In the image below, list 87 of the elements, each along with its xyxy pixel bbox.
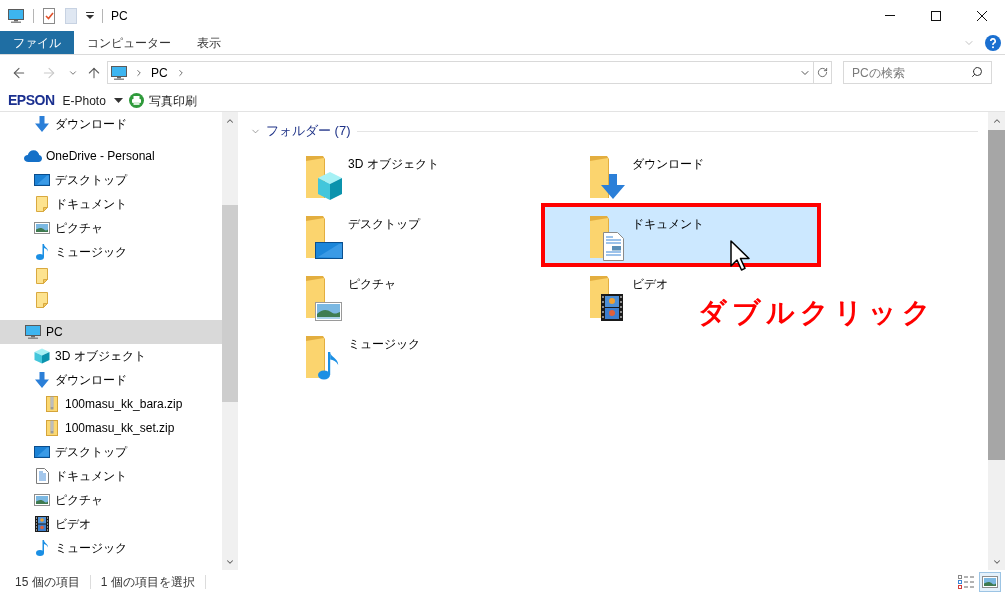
folder-icon: [36, 196, 48, 212]
folder-icon: [36, 292, 48, 308]
nav-item[interactable]: PC: [0, 320, 222, 344]
scrollbar[interactable]: [222, 112, 238, 570]
music-note-icon: [36, 540, 48, 556]
film-strip-icon: [35, 516, 49, 532]
window-icon-button[interactable]: [8, 8, 24, 23]
folder-landscape-icon: [303, 274, 343, 322]
window-title: PC: [111, 7, 128, 25]
nav-item[interactable]: ダウンロード: [0, 368, 222, 392]
cube-icon: [34, 348, 50, 364]
nav-item[interactable]: ミュージック: [0, 240, 222, 264]
nav-item[interactable]: ピクチャ: [0, 216, 222, 240]
refresh-icon: [817, 67, 828, 78]
landscape-picture-icon: [34, 494, 50, 506]
nav-item[interactable]: ピクチャ: [0, 488, 222, 512]
nav-item[interactable]: ドキュメント: [0, 192, 222, 216]
zip-folder-icon: [46, 396, 58, 412]
folder-tile[interactable]: ドキュメント: [545, 207, 817, 263]
document-icon: [35, 468, 49, 484]
properties-button[interactable]: [43, 7, 55, 24]
monitor-icon: [25, 325, 41, 339]
folder-tile[interactable]: ピクチャ: [261, 267, 396, 323]
checked-page-icon: [43, 7, 55, 24]
folder-tile[interactable]: ミュージック: [261, 327, 420, 383]
folder-desktop-icon: [303, 214, 343, 262]
nav-item[interactable]: ビデオ: [0, 512, 222, 536]
details-list-icon: [958, 575, 974, 589]
mouse-pointer-icon: [730, 240, 750, 272]
folder-cube-icon: [303, 154, 343, 202]
caret-icon: [113, 98, 123, 103]
search-field[interactable]: PCの検索: [843, 61, 992, 84]
download-arrow-icon: [35, 116, 49, 132]
desktop-icon: [34, 446, 50, 458]
monitor-icon: [111, 65, 127, 80]
brand-logo: EPSON: [8, 91, 55, 110]
folder-tile[interactable]: ダウンロード: [545, 147, 704, 203]
nav-item[interactable]: 100masu_kk_set.zip: [0, 416, 222, 440]
nav-item[interactable]: 3D オブジェクト: [0, 344, 222, 368]
item-count: 15 個の項目: [15, 574, 80, 591]
ribbon-tab[interactable]: コンピューター: [74, 31, 184, 54]
desktop-icon: [34, 174, 50, 186]
cloud-icon: [24, 150, 42, 162]
nav-item[interactable]: ドキュメント: [0, 464, 222, 488]
menu-button[interactable]: E-Photo: [62, 91, 123, 110]
landscape-picture-icon: [34, 222, 50, 234]
address-bar[interactable]: PC: [107, 61, 832, 84]
breadcrumb[interactable]: PC: [151, 63, 168, 82]
nav-item[interactable]: OneDrive - Personal: [0, 144, 222, 168]
monitor-icon: [8, 8, 24, 23]
maximize-icon: [931, 10, 941, 21]
large-icons-view-button[interactable]: [979, 572, 1001, 592]
minimize-icon: [885, 15, 895, 16]
ribbon-tab[interactable]: 表示: [184, 31, 234, 54]
nav-item[interactable]: ダウンロード: [0, 112, 222, 136]
selection-count: 1 個の項目を選択: [100, 574, 195, 591]
search-icon: [971, 66, 983, 78]
ribbon-tab[interactable]: ファイル: [0, 31, 74, 54]
blank-page-icon: [65, 7, 77, 24]
new-folder-button[interactable]: [65, 7, 77, 24]
print-photo-button[interactable]: 写真印刷: [128, 91, 197, 110]
zip-folder-icon: [46, 420, 58, 436]
nav-item[interactable]: デスクトップ: [0, 168, 222, 192]
details-view-button[interactable]: [955, 572, 977, 592]
folder-tile[interactable]: ビデオ: [545, 267, 668, 323]
chevron-up-icon: [991, 116, 1002, 126]
folder-document-icon: [587, 214, 627, 262]
customize-toolbar-button[interactable]: [86, 12, 94, 19]
close-icon: [977, 10, 987, 21]
folder-tile[interactable]: 3D オブジェクト: [261, 147, 439, 203]
printer-icon: [128, 93, 144, 108]
nav-item[interactable]: ミュージック: [0, 536, 222, 560]
landscape-picture-icon: [982, 576, 998, 588]
scrollbar[interactable]: [988, 112, 1005, 570]
help-icon: [985, 34, 1001, 51]
scrollbar-thumb[interactable]: [222, 205, 238, 402]
scrollbar-thumb[interactable]: [988, 130, 1005, 460]
folder-icon: [36, 268, 48, 284]
music-note-icon: [36, 244, 48, 260]
nav-item[interactable]: デスクトップ: [0, 440, 222, 464]
folder-tile[interactable]: デスクトップ: [261, 207, 420, 263]
group-header[interactable]: フォルダー (7): [250, 121, 351, 141]
nav-item[interactable]: 100masu_kk_bara.zip: [0, 392, 222, 416]
chevron-right-icon: [134, 67, 144, 78]
download-arrow-icon: [35, 372, 49, 388]
caret-icon: [86, 12, 94, 19]
annotation-text: ダブルクリック: [698, 296, 936, 330]
